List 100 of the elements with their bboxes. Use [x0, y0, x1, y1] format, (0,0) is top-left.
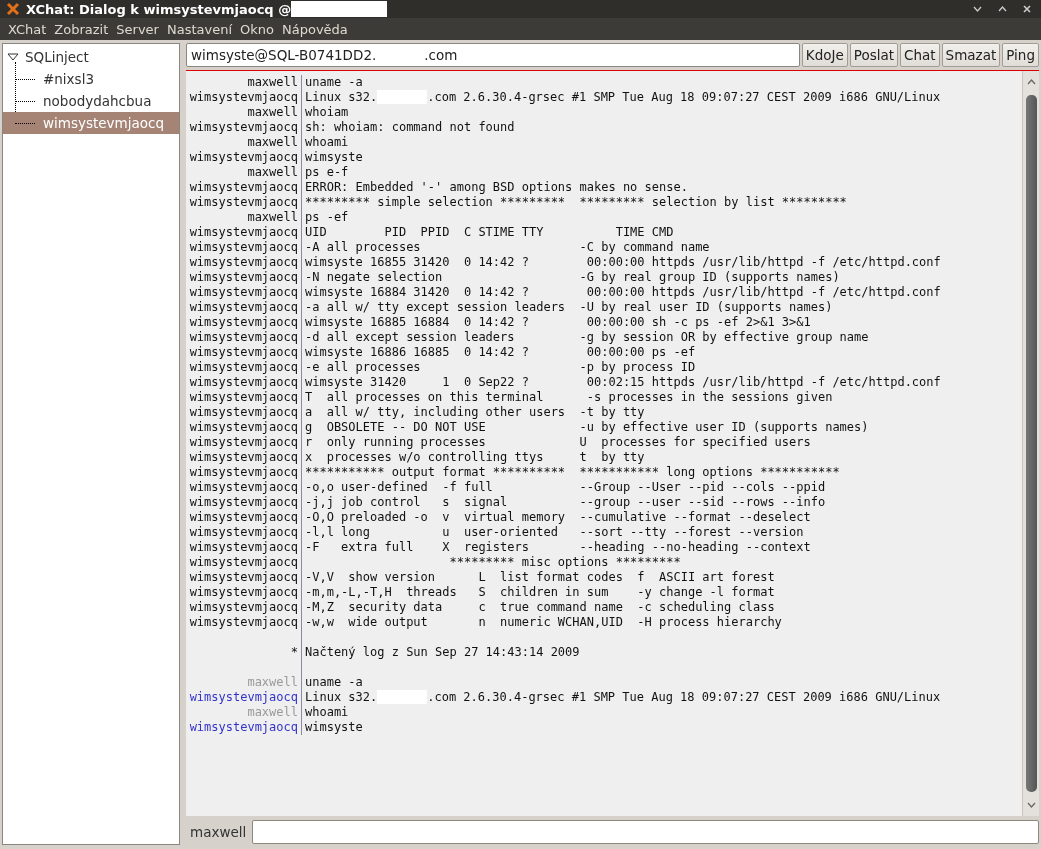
message-text: Linux s32. .com 2.6.30.4-grsec #1 SMP Tue Aug 18 09:07:27 CEST 2009 i686 GNU/Linux	[305, 690, 941, 705]
menu-item[interactable]: Nápověda	[278, 21, 352, 37]
nick-label: maxwell	[247, 75, 298, 89]
message-text: uname -a	[305, 75, 363, 90]
message-text: -e all processes -p by process ID	[305, 360, 696, 375]
message-text: -m,m,-L,-T,H threads S children in sum -y change -l format	[305, 585, 775, 600]
nick-label: wimsystevmjaocq	[189, 270, 298, 284]
message-text: ps -ef	[305, 210, 349, 225]
message-text: whoiam	[305, 105, 349, 120]
close-icon[interactable]	[1023, 5, 1031, 13]
nick-label: wimsystevmjaocq	[189, 150, 298, 164]
message-text: -V,V show version L list format codes f ASCII art forest	[305, 570, 775, 585]
message-text: whoami	[305, 705, 349, 720]
message-text: *********** output format ********** *********** long options ***********	[305, 465, 840, 480]
menu-item[interactable]: XChat	[4, 21, 51, 37]
nick-label: maxwell	[247, 105, 298, 119]
nick-label: wimsystevmjaocq	[189, 345, 298, 359]
nick-label: wimsystevmjaocq	[189, 375, 298, 389]
nick-label: wimsystevmjaocq	[189, 525, 298, 539]
nick-label: maxwell	[247, 165, 298, 179]
nick-label: wimsystevmjaocq	[189, 555, 298, 569]
message-text: -F extra full X registers --heading --no-heading --context	[305, 540, 811, 555]
xchat-logo-icon	[6, 2, 20, 16]
menu-item[interactable]: Okno	[236, 21, 278, 37]
nick-label: wimsystevmjaocq	[189, 285, 298, 299]
nick-label: wimsystevmjaocq	[189, 690, 298, 704]
nick-label: wimsystevmjaocq	[189, 195, 298, 209]
nick-label: wimsystevmjaocq	[189, 585, 298, 599]
tree-node[interactable]: SQLinject	[3, 46, 179, 68]
scrollbar[interactable]	[1022, 71, 1039, 816]
message-text: -o,o user-defined -f full --Group --User --pid --cols --ppid	[305, 480, 826, 495]
nick-label: maxwell	[247, 705, 298, 719]
nick-label: wimsystevmjaocq	[189, 180, 298, 194]
nick-label: wimsystevmjaocq	[189, 255, 298, 269]
message-text: ********* misc options *********	[448, 555, 681, 570]
nick-label: wimsystevmjaocq	[189, 570, 298, 584]
minimize-icon[interactable]	[973, 6, 982, 12]
maximize-icon[interactable]	[998, 6, 1007, 12]
action-button[interactable]: Ping	[1002, 43, 1039, 67]
nick-label: wimsystevmjaocq	[189, 330, 298, 344]
message-text: -A all processes -C by command name	[305, 240, 710, 255]
nick-label: wimsystevmjaocq	[189, 240, 298, 254]
nick-label: wimsystevmjaocq	[189, 510, 298, 524]
tree-item[interactable]: #nixsl3	[3, 68, 179, 90]
message-text: UID PID PPID C STIME TTY TIME CMD	[305, 225, 674, 240]
message-text: -l,l long u user-oriented --sort --tty --forest --version	[305, 525, 804, 540]
nick-label: maxwell	[247, 210, 298, 224]
topic-field[interactable]: wimsyste@SQL-B0741DD2. .com	[186, 43, 800, 67]
message-text: ********* simple selection ********* ********* selection by list *********	[305, 195, 847, 210]
message-text: -O,O preloaded -o v virtual memory --cumulative --format --deselect	[305, 510, 811, 525]
message-text: -M,Z security data c true command name -c scheduling class	[305, 600, 775, 615]
nick-label: wimsystevmjaocq	[189, 435, 298, 449]
message-text: wimsyste 16855 31420 0 14:42 ? 00:00:00 httpds /usr/lib/httpd -f /etc/httpd.conf	[305, 255, 941, 270]
message-text: sh: whoiam: command not found	[305, 120, 515, 135]
menu-item[interactable]: Nastavení	[162, 21, 237, 37]
nick-label: maxwell	[247, 675, 298, 689]
message-text: -a all w/ tty except session leaders -U by real user ID (supports names)	[305, 300, 833, 315]
message-text: whoami	[305, 135, 349, 150]
nick-label: wimsystevmjaocq	[189, 495, 298, 509]
message-text: uname -a	[305, 675, 363, 690]
message-text: -d all except session leaders -g by session OR by effective group name	[305, 330, 869, 345]
nick-label: wimsystevmjaocq	[189, 420, 298, 434]
message-text: Linux s32. .com 2.6.30.4-grsec #1 SMP Tue Aug 18 09:07:27 CEST 2009 i686 GNU/Linux	[305, 90, 941, 105]
nick-label: wimsystevmjaocq	[189, 405, 298, 419]
nick-button[interactable]: maxwell	[190, 824, 247, 840]
message-text: wimsyste 16885 16884 0 14:42 ? 00:00:00 sh -c ps -ef 2>&1 3>&1	[305, 315, 811, 330]
action-button[interactable]: Chat	[900, 43, 940, 67]
message-text: wimsyste 31420 1 0 Sep22 ? 00:02:15 httpds /usr/lib/httpd -f /etc/httpd.conf	[305, 375, 941, 390]
message-text: wimsyste	[305, 720, 363, 735]
nick-label: wimsystevmjaocq	[189, 90, 298, 104]
menu-item[interactable]: Server	[112, 21, 163, 37]
nick-label: wimsystevmjaocq	[189, 540, 298, 554]
message-text: -N negate selection -G by real group ID (supports names)	[305, 270, 840, 285]
nick-label: wimsystevmjaocq	[189, 450, 298, 464]
message-text: ERROR: Embedded '-' among BSD options makes no sense.	[305, 180, 688, 195]
window-title: XChat: Dialog k wimsystevmjaocq @	[26, 1, 292, 17]
message-text: x processes w/o controlling ttys t by tty	[305, 450, 645, 465]
message-text: wimsyste 16884 31420 0 14:42 ? 00:00:00 httpds /usr/lib/httpd -f /etc/httpd.conf	[305, 285, 941, 300]
nick-label: wimsystevmjaocq	[189, 465, 298, 479]
nick-label: wimsystevmjaocq	[189, 315, 298, 329]
nick-label: wimsystevmjaocq	[189, 360, 298, 374]
expander-icon[interactable]	[7, 52, 19, 62]
action-button[interactable]: KdoJe	[801, 43, 848, 67]
message-text: r only running processes U processes for specified users	[305, 435, 811, 450]
message-text: ps e-f	[305, 165, 349, 180]
nick-label: wimsystevmjaocq	[189, 120, 298, 134]
menu-item[interactable]: Zobrazit	[50, 21, 113, 37]
nick-label: wimsystevmjaocq	[189, 720, 298, 734]
action-button[interactable]: Poslat	[849, 43, 899, 67]
message-input[interactable]	[252, 820, 1039, 844]
action-button[interactable]: Smazat	[941, 43, 1001, 67]
message-text: a all w/ tty, including other users -t by tty	[305, 405, 645, 420]
nick-label: wimsystevmjaocq	[189, 225, 298, 239]
nick-label: wimsystevmjaocq	[189, 390, 298, 404]
message-text: wimsyste	[305, 150, 363, 165]
nick-label: wimsystevmjaocq	[189, 300, 298, 314]
tree-item[interactable]: nobodydahcbua	[3, 90, 179, 112]
nick-label: maxwell	[247, 135, 298, 149]
message-text: -w,w wide output n numeric WCHAN,UID -H process hierarchy	[305, 615, 782, 630]
message-text: Načtený log z Sun Sep 27 14:43:14 2009	[305, 645, 580, 660]
